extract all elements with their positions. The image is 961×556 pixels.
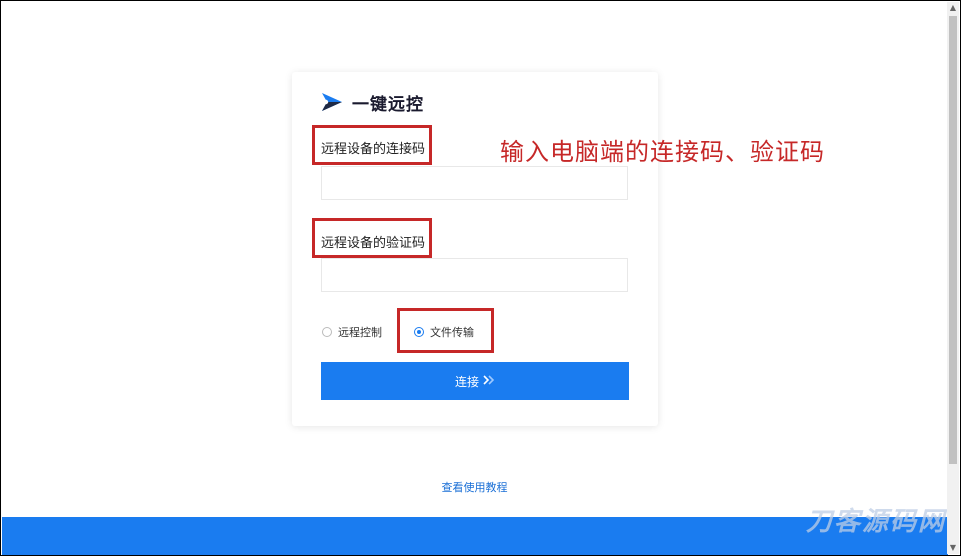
connect-button-label: 连接 [454,374,479,389]
watermark: 刀客源码网 [805,507,946,537]
double-chevron-right-icon [483,374,495,388]
radio-unchecked-icon [322,327,332,337]
browser-viewport: 一键远控 远程设备的连接码 远程设备的验证码 远程控制 文件传输 连接 查看使用… [0,0,961,556]
scroll-thumb[interactable] [949,16,957,464]
connection-code-input[interactable] [321,166,628,200]
annotation-box-file-transfer [397,308,494,353]
connect-button[interactable]: 连接 [321,362,629,400]
scroll-down-arrow-icon[interactable]: ▼ [947,542,959,554]
scroll-up-arrow-icon[interactable]: ▲ [947,2,959,14]
annotation-box-verification-code [312,218,432,258]
brand: 一键远控 [320,89,424,115]
verification-code-input[interactable] [321,258,628,292]
tutorial-link[interactable]: 查看使用教程 [1,479,948,495]
vertical-scrollbar[interactable]: ▲ ▼ [947,2,959,554]
annotation-box-connection-code [312,125,432,165]
radio-remote-control-label: 远程控制 [338,326,382,339]
annotation-note: 输入电脑端的连接码、验证码 [500,138,825,166]
brand-logo-icon [320,90,346,114]
brand-name: 一键远控 [352,94,424,115]
radio-remote-control[interactable]: 远程控制 [322,324,382,340]
